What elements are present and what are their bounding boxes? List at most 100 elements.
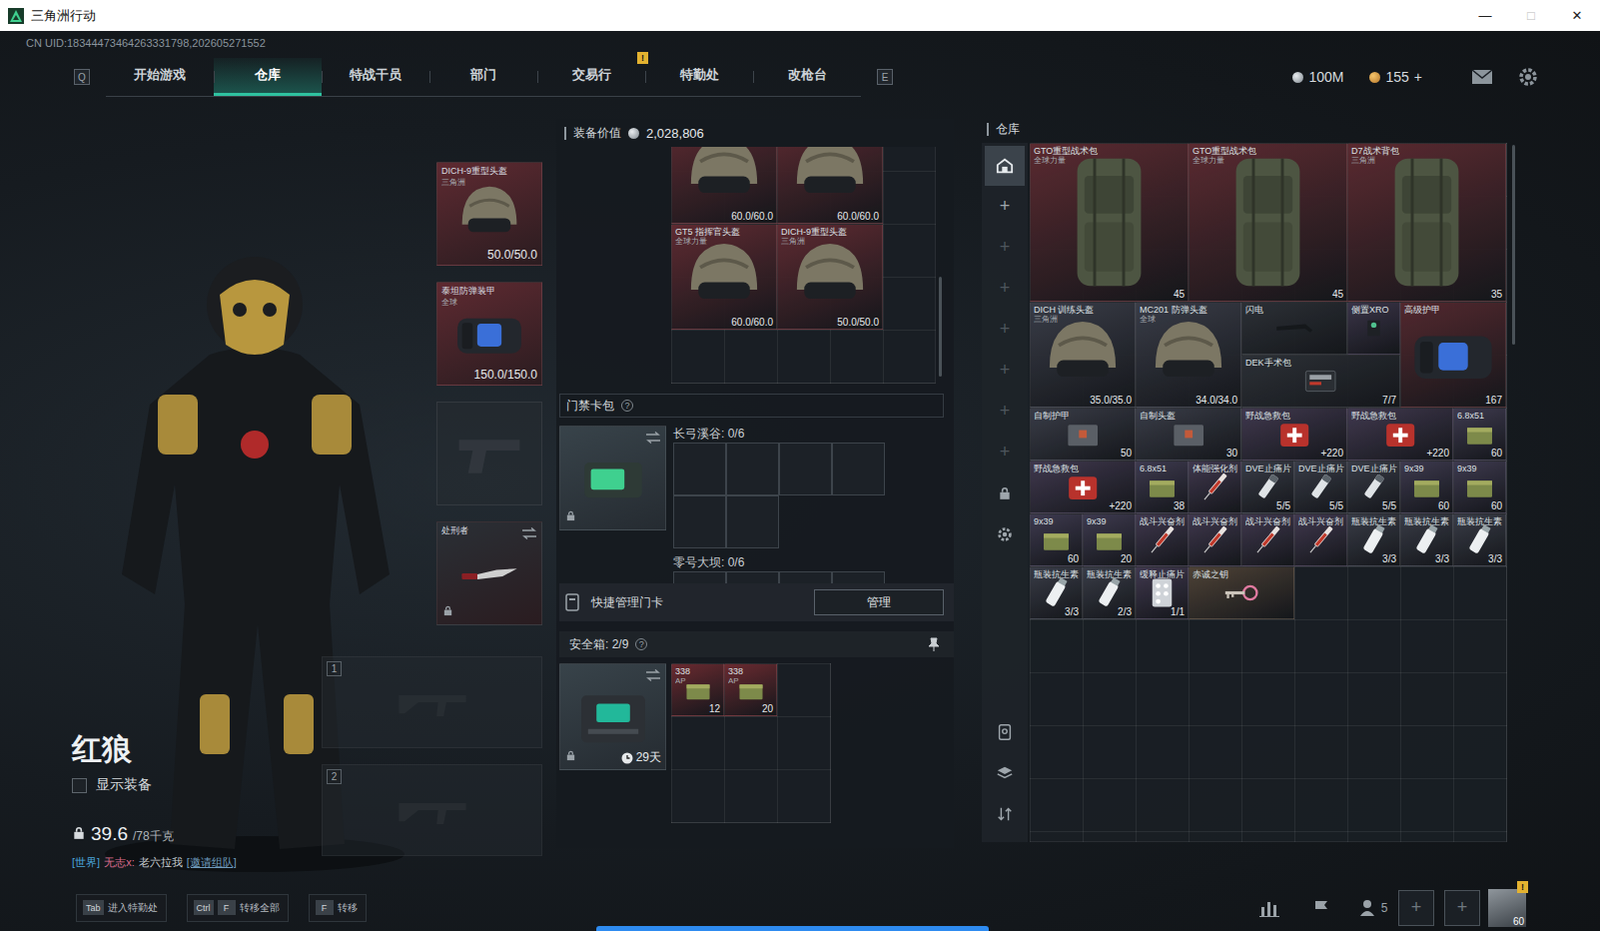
keycard-cell[interactable] [673, 495, 727, 549]
keycard-case[interactable] [559, 425, 667, 531]
help-button[interactable]: ? [621, 399, 634, 412]
keycard-cell[interactable] [726, 495, 780, 549]
warehouse-item[interactable]: DVE止痛片5/5 [1294, 460, 1348, 514]
warehouse-item[interactable]: 野战急救包+220 [1029, 460, 1136, 514]
warehouse-tab[interactable] [984, 145, 1025, 186]
show-equipment-toggle[interactable]: 显示装备 [71, 775, 322, 796]
key-hint[interactable]: CtrlF转移全部 [186, 893, 289, 922]
warehouse-item[interactable]: MC201 防弹头盔全球34.0/34.0 [1135, 301, 1242, 408]
safe-item[interactable]: 338AP12 [671, 663, 725, 717]
safe-empty-cell[interactable] [777, 663, 830, 717]
warehouse-item[interactable]: 瓶装抗生素3/3 [1347, 513, 1401, 567]
window-control-button[interactable]: — [1462, 0, 1509, 31]
scrollbar[interactable] [935, 146, 944, 384]
nav-tab[interactable]: 特战干员 [321, 57, 430, 96]
keycard-cell[interactable] [726, 442, 780, 496]
helmet-slot[interactable]: DICH-9重型头盔三角洲50.0/50.0 [436, 161, 543, 266]
warehouse-tab[interactable]: + [984, 349, 1025, 391]
loadout-item[interactable]: GT5 指挥官头盔全球力量60.0/60.0 [671, 223, 778, 330]
warehouse-item[interactable]: 战斗兴奋剂 [1188, 513, 1242, 567]
player-avatar[interactable]: !60 [1488, 888, 1527, 927]
keycard-cell[interactable] [673, 442, 727, 496]
friends-button[interactable]: 5 [1358, 892, 1389, 923]
warehouse-item[interactable]: 瓶装抗生素2/3 [1082, 566, 1136, 620]
loadout-item[interactable]: 60.0/60.0 [671, 146, 778, 224]
warehouse-item[interactable]: 自制护甲50 [1029, 407, 1136, 461]
warehouse-item[interactable]: 战斗兴奋剂 [1294, 513, 1348, 567]
warehouse-item[interactable]: D7战术背包三角洲35 [1347, 142, 1507, 302]
warehouse-item[interactable]: DVE止痛片5/5 [1347, 460, 1401, 514]
currency-add[interactable]: + [1414, 68, 1423, 85]
warehouse-tab[interactable]: + [984, 431, 1025, 473]
armor-slot[interactable]: 泰坦防弹装甲全球150.0/150.0 [436, 281, 543, 386]
warehouse-item[interactable]: DEK手术包7/7 [1241, 354, 1401, 408]
warehouse-tab[interactable]: + [984, 185, 1025, 227]
key-hint[interactable]: Tab进入特勤处 [75, 893, 167, 922]
keycard-cell[interactable] [779, 571, 832, 584]
safe-item[interactable]: 338AP20 [724, 663, 778, 717]
warehouse-item[interactable]: 9x3960 [1029, 513, 1083, 567]
pistol-slot[interactable] [436, 401, 543, 506]
loadout-item[interactable]: 60.0/60.0 [777, 146, 883, 224]
safe-empty-cell[interactable] [724, 769, 778, 822]
warehouse-item[interactable]: 9x3920 [1082, 513, 1136, 567]
help-button[interactable]: ? [635, 638, 648, 651]
currency[interactable]: 100M [1292, 68, 1344, 85]
window-control-button[interactable]: □ [1508, 0, 1555, 31]
warehouse-tool[interactable] [984, 752, 1025, 794]
warehouse-tab[interactable] [984, 513, 1025, 555]
swap-icon[interactable] [521, 527, 538, 540]
nav-tab[interactable]: 开始游戏 [105, 57, 214, 96]
warehouse-tab[interactable] [984, 472, 1025, 514]
nav-tab[interactable]: 交易行 [537, 57, 646, 96]
warehouse-item[interactable]: 9x3960 [1400, 460, 1454, 514]
settings-button[interactable] [1516, 64, 1541, 89]
warehouse-item[interactable]: 瓶装抗生素3/3 [1400, 513, 1454, 567]
safe-empty-cell[interactable] [671, 716, 725, 770]
warehouse-item[interactable]: 高级护甲167 [1400, 301, 1507, 408]
mail-button[interactable] [1470, 64, 1495, 89]
checkbox[interactable] [71, 778, 87, 794]
stats-button[interactable] [1254, 892, 1285, 923]
safe-empty-cell[interactable] [777, 769, 830, 822]
warehouse-item[interactable]: 战斗兴奋剂 [1241, 513, 1295, 567]
loadout-item[interactable]: DICH-9重型头盔三角洲50.0/50.0 [777, 223, 883, 330]
warehouse-tab[interactable]: + [984, 308, 1025, 350]
warehouse-item[interactable]: 野战急救包+220 [1347, 407, 1454, 461]
warehouse-item[interactable]: 瓶装抗生素3/3 [1029, 566, 1083, 620]
team-slot[interactable]: + [1444, 889, 1481, 926]
keycard-cell[interactable] [726, 571, 780, 584]
warehouse-item[interactable]: 野战急救包+220 [1241, 407, 1348, 461]
warehouse-item[interactable]: 闪电 [1241, 301, 1348, 355]
weapon-slot[interactable]: 2 [321, 764, 543, 856]
warehouse-item[interactable]: 赤诚之钥 [1188, 566, 1295, 620]
melee-slot[interactable]: 处刑者 [436, 521, 543, 626]
keycard-cell[interactable] [779, 442, 832, 496]
warehouse-tab[interactable]: + [984, 390, 1025, 432]
key-hint[interactable]: F转移 [308, 893, 367, 922]
safe-case[interactable]: 29天 [559, 663, 667, 771]
warehouse-item[interactable]: 6.8x5138 [1135, 460, 1189, 514]
warehouse-item[interactable]: 缓释止痛片1/1 [1135, 566, 1189, 620]
pin-icon[interactable] [927, 637, 940, 652]
swap-icon[interactable] [645, 431, 662, 444]
warehouse-item[interactable]: GTO重型战术包全球力量45 [1029, 142, 1189, 302]
keycard-cell[interactable] [831, 442, 885, 496]
keycard-cell[interactable] [673, 571, 727, 584]
nav-tab[interactable]: !特勤处 [645, 57, 754, 96]
nav-tab[interactable]: 仓库 [213, 57, 322, 96]
swap-icon[interactable] [645, 669, 662, 682]
nav-prev-key[interactable]: Q [73, 68, 90, 85]
nav-next-key[interactable]: E [876, 68, 893, 85]
flag-button[interactable] [1306, 892, 1337, 923]
warehouse-tool[interactable] [984, 711, 1025, 753]
warehouse-item[interactable]: 自制头盔30 [1135, 407, 1242, 461]
nav-tab[interactable]: 改枪台 [753, 57, 861, 96]
team-slot[interactable]: + [1398, 889, 1435, 926]
warehouse-item[interactable]: GTO重型战术包全球力量45 [1188, 142, 1348, 302]
warehouse-item[interactable]: 9x3960 [1453, 460, 1507, 514]
weapon-slot[interactable]: 1 [321, 656, 543, 749]
warehouse-tab[interactable]: + [984, 226, 1025, 268]
warehouse-tab[interactable]: + [984, 267, 1025, 309]
safe-empty-cell[interactable] [671, 769, 725, 822]
